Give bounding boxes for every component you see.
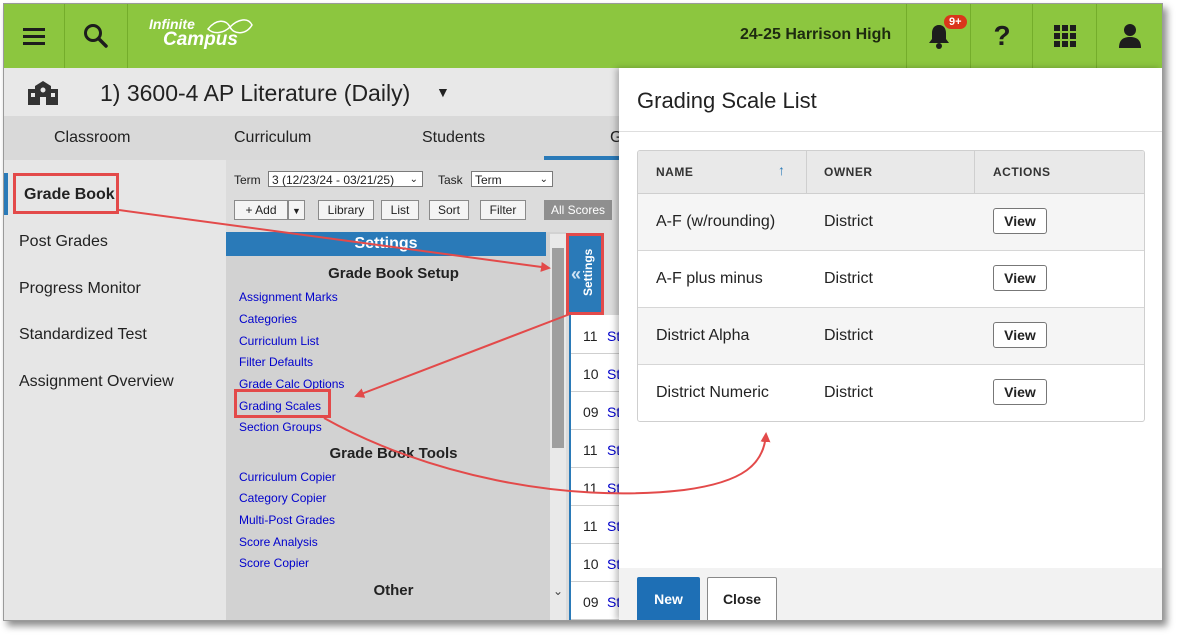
arrow-gradebook-to-settings: [118, 209, 551, 272]
app-window: Infinite Campus 24-25 Harrison High 9+ ?: [3, 3, 1163, 621]
arrow-grading-scales-to-list: [323, 417, 771, 495]
arrow-settings-to-grading-scales: [354, 313, 571, 398]
annotation-arrows: [118, 209, 771, 495]
